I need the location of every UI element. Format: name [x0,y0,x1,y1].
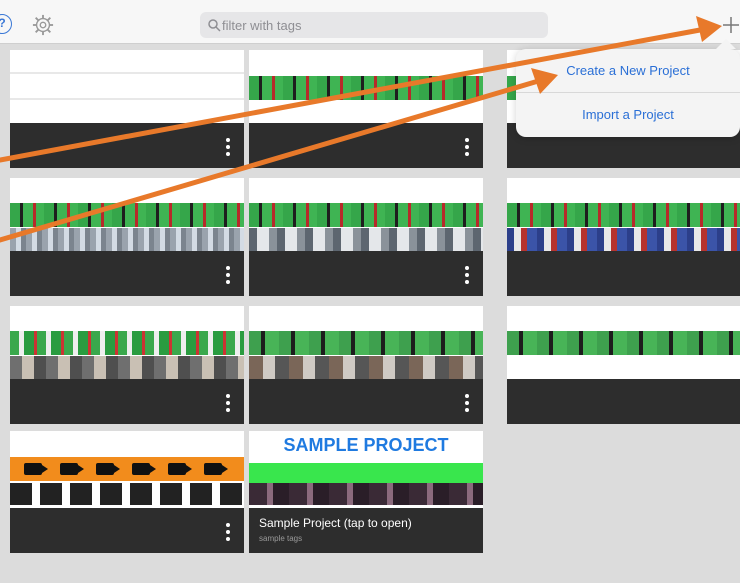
top-toolbar: ? [0,0,740,44]
project-tile[interactable] [10,178,244,296]
project-tile[interactable] [249,178,483,296]
gear-icon[interactable] [32,14,54,36]
more-options-icon[interactable] [226,394,230,412]
tile-footer [10,123,244,168]
thumbnail-strip [249,463,483,483]
project-tile[interactable] [507,178,740,296]
tile-footer [249,379,483,424]
camera-icon [204,463,228,475]
camera-icon [96,463,120,475]
thumbnail-strip [507,228,740,252]
more-options-icon[interactable] [465,138,469,156]
thumbnail-strip [10,228,244,252]
tile-footer [507,251,740,296]
thumbnail-strip [10,483,244,505]
camera-icon [60,463,84,475]
project-tile[interactable] [10,431,244,553]
thumbnail-strip [507,203,740,227]
camera-icon [24,463,48,475]
camera-icon [168,463,192,475]
project-tile[interactable] [249,306,483,424]
thumbnail-strip [249,331,483,355]
tile-footer [507,379,740,424]
create-new-project-button[interactable]: Create a New Project [516,49,740,93]
camera-icon [132,463,156,475]
import-project-button[interactable]: Import a Project [516,93,740,137]
tile-footer: Sample Project (tap to open) sample tags [249,508,483,553]
project-tile[interactable] [10,306,244,424]
sample-project-tile[interactable]: SAMPLE PROJECT Sample Project (tap to op… [249,431,483,553]
plus-icon[interactable] [722,16,740,34]
project-tags: sample tags [259,534,303,543]
thumbnail-strip [249,76,483,100]
thumbnail-strip [249,356,483,380]
project-name: Sample Project (tap to open) [259,516,412,530]
thumbnail-strip [10,72,244,74]
more-options-icon[interactable] [465,394,469,412]
more-options-icon[interactable] [465,266,469,284]
search-bar[interactable] [200,12,548,38]
thumbnail-strip [507,331,740,355]
thumbnail-strip [249,203,483,227]
thumbnail-strip [10,331,244,355]
add-project-popover: Create a New Project Import a Project [516,39,740,137]
tile-footer [249,123,483,168]
thumbnail-strip [10,356,244,380]
more-options-icon[interactable] [226,523,230,541]
tile-footer [10,508,244,553]
thumbnail-strip [10,203,244,227]
thumbnail-strip [10,457,244,481]
thumbnail-strip [249,228,483,252]
project-tile[interactable] [507,306,740,424]
search-icon [208,19,221,32]
thumbnail-strip [10,98,244,100]
project-tile[interactable] [249,50,483,168]
help-icon[interactable]: ? [0,14,12,34]
more-options-icon[interactable] [226,138,230,156]
tile-footer [249,251,483,296]
tile-footer [10,251,244,296]
search-input[interactable] [222,12,542,38]
thumbnail-strip [249,483,483,505]
tile-footer [10,379,244,424]
sample-project-banner: SAMPLE PROJECT [283,435,449,455]
more-options-icon[interactable] [226,266,230,284]
project-tile[interactable] [10,50,244,168]
